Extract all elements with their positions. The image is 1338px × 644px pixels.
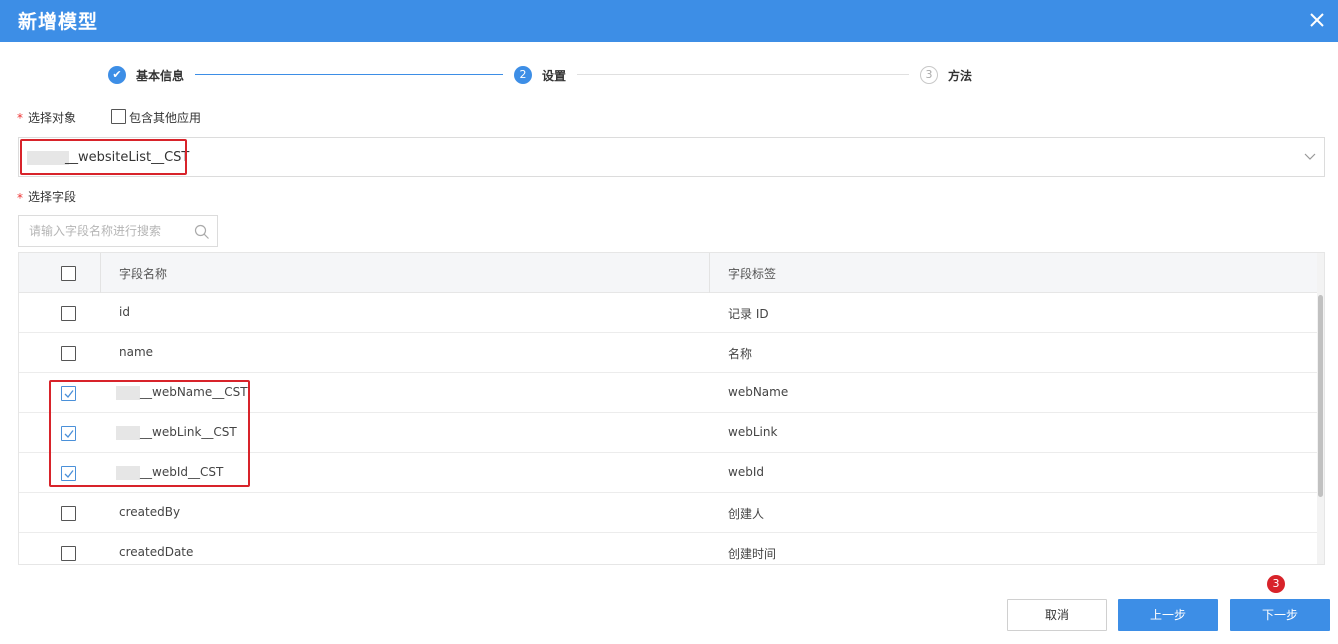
select-object-label: 选择对象 bbox=[28, 111, 77, 125]
callout-badge: 3 bbox=[1267, 575, 1285, 593]
checkmark-icon bbox=[64, 390, 74, 398]
step-connector-2 bbox=[577, 74, 909, 75]
field-search-input[interactable] bbox=[19, 216, 189, 246]
required-mark: * bbox=[17, 191, 23, 205]
step-2-label: 设置 bbox=[542, 69, 567, 83]
table-row[interactable]: __webName__CST webName bbox=[19, 373, 1319, 413]
required-mark: * bbox=[17, 111, 23, 125]
redacted-prefix bbox=[116, 386, 140, 400]
field-name-cell: __webName__CST bbox=[140, 385, 248, 399]
search-icon[interactable] bbox=[194, 224, 210, 240]
field-label-cell: webName bbox=[728, 385, 789, 399]
table-row[interactable]: createdDate 创建时间 bbox=[19, 533, 1319, 564]
table-row[interactable]: name 名称 bbox=[19, 333, 1319, 373]
table-row[interactable]: __webId__CST webId bbox=[19, 453, 1319, 493]
checkmark-icon bbox=[64, 470, 74, 478]
row-checkbox[interactable] bbox=[61, 426, 76, 441]
column-divider bbox=[709, 253, 710, 293]
field-name-cell: name bbox=[119, 345, 154, 359]
step-3-number: 3 bbox=[920, 66, 938, 84]
field-label-cell: 创建人 bbox=[728, 507, 765, 521]
redacted-prefix bbox=[116, 426, 140, 440]
table-row[interactable]: id 记录 ID bbox=[19, 293, 1319, 333]
step-3-label: 方法 bbox=[948, 69, 973, 83]
dialog-title: 新增模型 bbox=[18, 11, 99, 33]
field-name-cell: createdBy bbox=[119, 505, 181, 519]
redacted-prefix bbox=[27, 151, 69, 165]
dialog-header: 新增模型 bbox=[0, 0, 1338, 42]
column-header-field-label: 字段标签 bbox=[728, 267, 777, 281]
field-label-cell: 记录 ID bbox=[728, 307, 769, 321]
object-select-value: __websiteList__CST bbox=[65, 150, 190, 165]
object-select[interactable]: __websiteList__CST bbox=[18, 137, 1325, 177]
checkmark-icon bbox=[64, 430, 74, 438]
column-header-field-name: 字段名称 bbox=[119, 267, 168, 281]
row-checkbox[interactable] bbox=[61, 386, 76, 401]
row-checkbox[interactable] bbox=[61, 466, 76, 481]
previous-step-button[interactable]: 上一步 bbox=[1118, 599, 1218, 631]
table-row[interactable]: createdBy 创建人 bbox=[19, 493, 1319, 533]
step-connector-1 bbox=[195, 74, 503, 75]
step-1-label: 基本信息 bbox=[136, 69, 185, 83]
include-other-apps-checkbox[interactable] bbox=[111, 109, 126, 124]
table-scrollbar[interactable] bbox=[1317, 253, 1324, 564]
field-label-cell: 名称 bbox=[728, 347, 753, 361]
field-search-box[interactable] bbox=[18, 215, 218, 247]
close-icon[interactable] bbox=[1306, 9, 1328, 31]
field-name-cell: id bbox=[119, 305, 130, 319]
field-name-cell: __webId__CST bbox=[140, 465, 224, 479]
row-checkbox[interactable] bbox=[61, 546, 76, 561]
next-step-button[interactable]: 下一步 bbox=[1230, 599, 1330, 631]
table-row[interactable]: __webLink__CST webLink bbox=[19, 413, 1319, 453]
select-fields-label: 选择字段 bbox=[28, 190, 77, 204]
row-checkbox[interactable] bbox=[61, 306, 76, 321]
step-1-check-icon: ✔ bbox=[108, 66, 126, 84]
field-name-cell: __webLink__CST bbox=[140, 425, 237, 439]
select-all-checkbox[interactable] bbox=[61, 266, 76, 281]
row-checkbox[interactable] bbox=[61, 506, 76, 521]
field-table: 字段名称 字段标签 id 记录 ID name 名称 __webName__CS… bbox=[18, 252, 1325, 565]
cancel-button[interactable]: 取消 bbox=[1007, 599, 1107, 631]
column-divider bbox=[100, 253, 101, 293]
field-label-cell: webId bbox=[728, 465, 764, 479]
row-checkbox[interactable] bbox=[61, 346, 76, 361]
step-2-number: 2 bbox=[514, 66, 532, 84]
field-label-cell: webLink bbox=[728, 425, 778, 439]
chevron-down-icon[interactable] bbox=[1304, 153, 1316, 161]
table-header: 字段名称 字段标签 bbox=[19, 253, 1319, 293]
table-scrollbar-thumb[interactable] bbox=[1318, 295, 1323, 497]
include-other-apps-label: 包含其他应用 bbox=[129, 111, 202, 125]
field-label-cell: 创建时间 bbox=[728, 547, 777, 561]
field-name-cell: createdDate bbox=[119, 545, 194, 559]
redacted-prefix bbox=[116, 466, 140, 480]
